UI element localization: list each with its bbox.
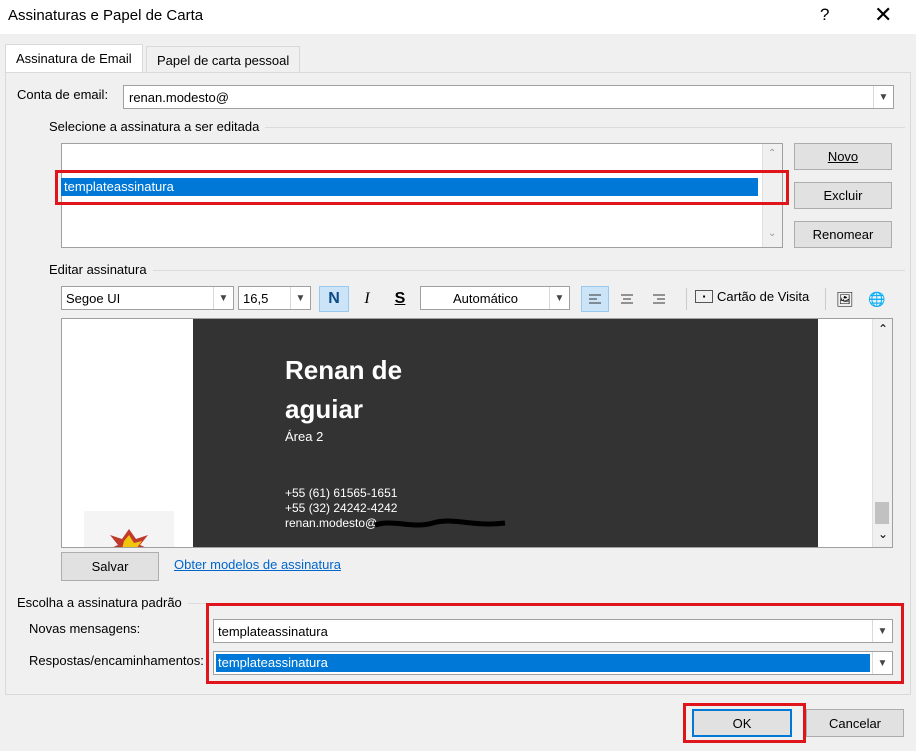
- signature-name-line2: aguiar: [285, 394, 364, 424]
- group-divider: [265, 127, 905, 128]
- align-right-icon[interactable]: [645, 286, 673, 312]
- delete-button[interactable]: Excluir: [794, 182, 892, 209]
- window-title: Assinaturas e Papel de Carta: [8, 7, 204, 24]
- italic-button[interactable]: I: [352, 286, 382, 312]
- signature-preview: Renan de aguiar Área 2 +55 (61) 61565-16…: [193, 319, 818, 547]
- rename-button[interactable]: Renomear: [794, 221, 892, 248]
- signature-email: renan.modesto@: [285, 516, 378, 530]
- hyperlink-icon[interactable]: 🌐: [866, 286, 888, 312]
- redaction-scribble: [374, 518, 506, 528]
- color-value: Automático: [453, 291, 519, 306]
- signature-logo-image: [84, 511, 174, 547]
- insert-picture-icon[interactable]: 🖼: [834, 286, 856, 312]
- help-button[interactable]: ?: [820, 5, 829, 25]
- edit-signature-label: Editar assinatura: [49, 262, 147, 277]
- account-label: Conta de email:: [17, 87, 109, 102]
- strike-button[interactable]: S: [385, 286, 415, 312]
- business-card-icon: ▪: [695, 290, 713, 303]
- chevron-down-icon[interactable]: ⌄: [878, 527, 888, 541]
- close-button[interactable]: ✕: [874, 2, 892, 28]
- signature-name-line1: Renan de: [285, 355, 403, 385]
- font-select[interactable]: Segoe UI ▼: [61, 286, 234, 310]
- default-signature-label: Escolha a assinatura padrão: [17, 595, 182, 610]
- signature-area: Área 2: [285, 429, 324, 444]
- cancel-button[interactable]: Cancelar: [806, 709, 904, 737]
- signature-phone1: +55 (61) 61565-1651: [285, 486, 398, 500]
- tab-personal-stationery[interactable]: Papel de carta pessoal: [146, 46, 301, 73]
- account-select[interactable]: renan.modesto@ ▼: [123, 85, 894, 109]
- select-signature-label: Selecione a assinatura a ser editada: [49, 119, 260, 134]
- editor-scrollbar[interactable]: ⌃ ⌄: [872, 319, 892, 547]
- new-button-label: Novo: [827, 149, 859, 164]
- new-button[interactable]: Novo: [794, 143, 892, 170]
- align-left-icon[interactable]: [581, 286, 609, 312]
- save-button-label: Salvar: [91, 559, 129, 574]
- account-value: renan.modesto@: [129, 90, 229, 105]
- chevron-down-icon[interactable]: ▼: [873, 86, 893, 108]
- chevron-down-icon[interactable]: ▼: [213, 287, 233, 309]
- toolbar-separator: [825, 288, 826, 310]
- new-messages-label: Novas mensagens:: [29, 621, 141, 636]
- color-select[interactable]: Automático ▼: [420, 286, 570, 310]
- highlight-box: [55, 170, 789, 205]
- chevron-down-icon[interactable]: ▼: [290, 287, 310, 309]
- size-select[interactable]: 16,5 ▼: [238, 286, 311, 310]
- delete-button-label: Excluir: [823, 188, 863, 203]
- signature-phone2: +55 (32) 24242-4242: [285, 501, 398, 515]
- signature-editor[interactable]: Renan de aguiar Área 2 +55 (61) 61565-16…: [61, 318, 893, 548]
- rename-button-label: Renomear: [812, 227, 874, 242]
- bold-button[interactable]: N: [319, 286, 349, 312]
- toolbar-separator: [686, 288, 687, 310]
- save-button[interactable]: Salvar: [61, 552, 159, 581]
- highlight-box: [206, 603, 904, 684]
- chevron-down-icon[interactable]: ▼: [549, 287, 569, 309]
- group-divider: [153, 270, 905, 271]
- size-value: 16,5: [243, 291, 269, 306]
- highlight-box: [683, 703, 806, 743]
- business-card-button[interactable]: ▪ Cartão de Visita: [695, 289, 809, 304]
- chevron-up-icon[interactable]: ⌃: [768, 148, 776, 159]
- title-bar: Assinaturas e Papel de Carta ? ✕: [0, 0, 916, 34]
- align-center-icon[interactable]: [613, 286, 641, 312]
- get-templates-link[interactable]: Obter modelos de assinatura: [174, 557, 341, 572]
- chevron-up-icon[interactable]: ⌃: [878, 322, 888, 336]
- tab-email-signature[interactable]: Assinatura de Email: [5, 44, 143, 73]
- font-value: Segoe UI: [66, 291, 121, 306]
- replies-label: Respostas/encaminhamentos:: [29, 653, 204, 668]
- chevron-down-icon[interactable]: ⌄: [768, 228, 776, 239]
- cancel-button-label: Cancelar: [828, 715, 882, 731]
- scrollbar-thumb[interactable]: [875, 502, 889, 524]
- business-card-label: Cartão de Visita: [717, 289, 810, 304]
